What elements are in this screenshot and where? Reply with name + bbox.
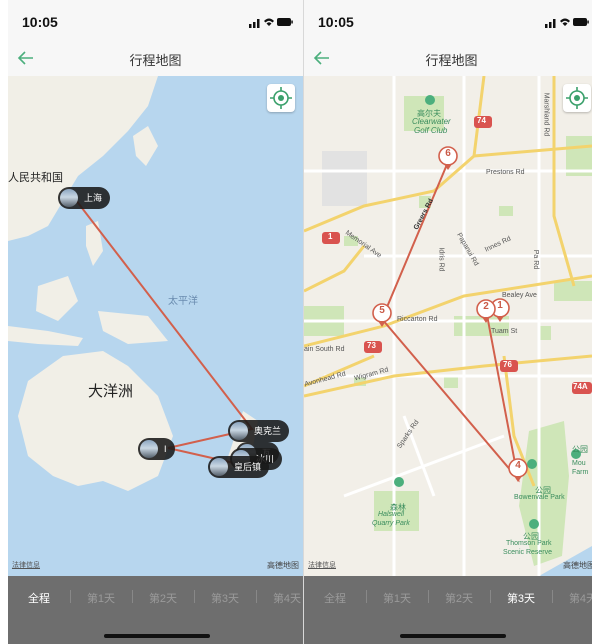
stop-marker-2[interactable]: 2 [475, 299, 497, 323]
tab-day-2[interactable]: 第2天 [132, 590, 194, 606]
road-idris-rd: Idris Rd [437, 247, 445, 272]
photo-thumbnail [210, 458, 228, 476]
pin-shanghai[interactable]: 上海 [58, 187, 111, 209]
status-bar: 10:05 [304, 0, 592, 40]
status-time: 10:05 [318, 14, 354, 30]
marker-number: 2 [483, 301, 489, 312]
poi-bowenvale-en: Bowenvale Park [514, 494, 565, 501]
locate-me-icon[interactable] [563, 84, 591, 112]
poi-thomson-en2: Scenic Reserve [503, 549, 553, 556]
map-credit: 高德地图 [267, 561, 299, 570]
land-philippines [86, 221, 103, 266]
page-title: 行程地图 [129, 53, 182, 68]
status-icons [249, 18, 293, 28]
land-japan [133, 126, 158, 166]
nav-bar: 行程地图 [8, 40, 303, 76]
tab-day-3[interactable]: 第3天 [194, 590, 256, 606]
poi-golf-en1: Clearwater [412, 117, 451, 126]
pin-label: I [164, 444, 167, 454]
pin-queenstown-west[interactable]: I [138, 438, 175, 460]
home-indicator [400, 634, 506, 638]
poi-farm-cn: 公园 [572, 445, 588, 454]
photo-thumbnail [140, 440, 158, 458]
poi-farm-en1: Mou [572, 460, 586, 467]
poi-quarry-en1: Halswell [378, 511, 405, 518]
day-tab-bar: 全程 第1天 第2天 第3天 第4天 [304, 576, 592, 644]
phone-screen-overview: 10:05 行程地图 人民共和国 太平洋 大洋洲 上海 奥克兰 I 皇后镇 法律… [8, 0, 303, 644]
legal-info-link[interactable]: 法律信息 [308, 560, 336, 570]
park-area [444, 376, 458, 388]
poi-farm-en2: Farm [572, 469, 589, 476]
land-asia [8, 76, 158, 241]
park-area [539, 326, 551, 340]
page-title: 行程地图 [425, 53, 478, 68]
stop-marker-6[interactable]: 6 [437, 146, 459, 170]
marker-number: 5 [379, 305, 385, 316]
legal-info-link[interactable]: 法律信息 [12, 560, 40, 570]
shield-73: 73 [367, 341, 376, 350]
land-australia [18, 351, 173, 491]
tab-day-1[interactable]: 第1天 [366, 590, 428, 606]
tab-all[interactable]: 全程 [304, 590, 366, 606]
park-area [499, 206, 513, 216]
poi-quarry-en2: Quarry Park [372, 520, 410, 527]
tab-all[interactable]: 全程 [8, 590, 70, 606]
stop-marker-4[interactable]: 4 [507, 458, 529, 482]
land-indonesia [8, 326, 83, 346]
airport-area [322, 151, 367, 206]
marker-number: 4 [515, 460, 521, 471]
tab-day-4[interactable]: 第4天 [256, 590, 303, 606]
shield-76: 76 [503, 360, 512, 369]
poi-golf-en2: Golf Club [414, 126, 448, 135]
phone-screen-day3: 10:05 行程地图 74 1 73 76 74A Memorial Ave G… [304, 0, 592, 644]
road-tuam-st: Tuam St [491, 328, 518, 335]
road-pa-rd: Pa Rd [532, 249, 540, 270]
pin-label: 上海 [84, 193, 103, 203]
road-marshland-rd: Marshland Rd [542, 92, 550, 137]
locate-me-icon[interactable] [267, 84, 295, 112]
shield-74: 74 [477, 116, 486, 125]
photo-thumbnail [60, 189, 78, 207]
golf-poi-icon [425, 95, 435, 105]
tab-day-2[interactable]: 第2天 [428, 590, 490, 606]
land-papua [98, 311, 168, 344]
day-tab-bar: 全程 第1天 第2天 第3天 第4天 [8, 576, 303, 644]
map-view[interactable]: 74 1 73 76 74A Memorial Ave Greers Rd Pr… [304, 76, 592, 576]
map-canvas [8, 76, 258, 491]
park-poi-icon [394, 477, 404, 487]
status-bar: 10:05 [8, 0, 303, 40]
tab-day-4[interactable]: 第4天 [552, 590, 592, 606]
poi-thomson-en1: Thomson Park [506, 540, 552, 547]
pin-label: 皇后镇 [234, 462, 262, 472]
map-view[interactable]: 人民共和国 太平洋 大洋洲 上海 奥克兰 I 瓦 冰川 皇后镇 法律信息 高德地… [8, 76, 303, 576]
road-riccarton-rd: Riccarton Rd [397, 316, 438, 323]
pin-auckland[interactable]: 奥克兰 [228, 420, 290, 442]
pin-queenstown[interactable]: 皇后镇 [208, 456, 270, 478]
label-ocean: 太平洋 [168, 296, 198, 307]
park-poi-icon [529, 519, 539, 529]
status-time: 10:05 [22, 14, 58, 30]
label-continent: 大洋洲 [88, 383, 134, 400]
nav-bar: 行程地图 [304, 40, 592, 76]
pin-label: 奥克兰 [254, 426, 282, 436]
stop-marker-5[interactable]: 5 [371, 303, 393, 327]
label-country: 人民共和国 [8, 172, 63, 184]
land-borneo [36, 276, 78, 321]
tab-day-3[interactable]: 第3天 [490, 590, 552, 606]
shield-1: 1 [328, 232, 333, 241]
home-indicator [104, 634, 210, 638]
road-prestons-rd: Prestons Rd [486, 169, 525, 176]
road-main-south-rd: ain South Rd [304, 346, 345, 353]
map-credit: 高德地图 [563, 561, 592, 570]
photo-thumbnail [230, 422, 248, 440]
status-icons [545, 18, 589, 28]
marker-number: 6 [445, 148, 451, 159]
tab-day-1[interactable]: 第1天 [70, 590, 132, 606]
shield-74a: 74A [573, 382, 588, 391]
